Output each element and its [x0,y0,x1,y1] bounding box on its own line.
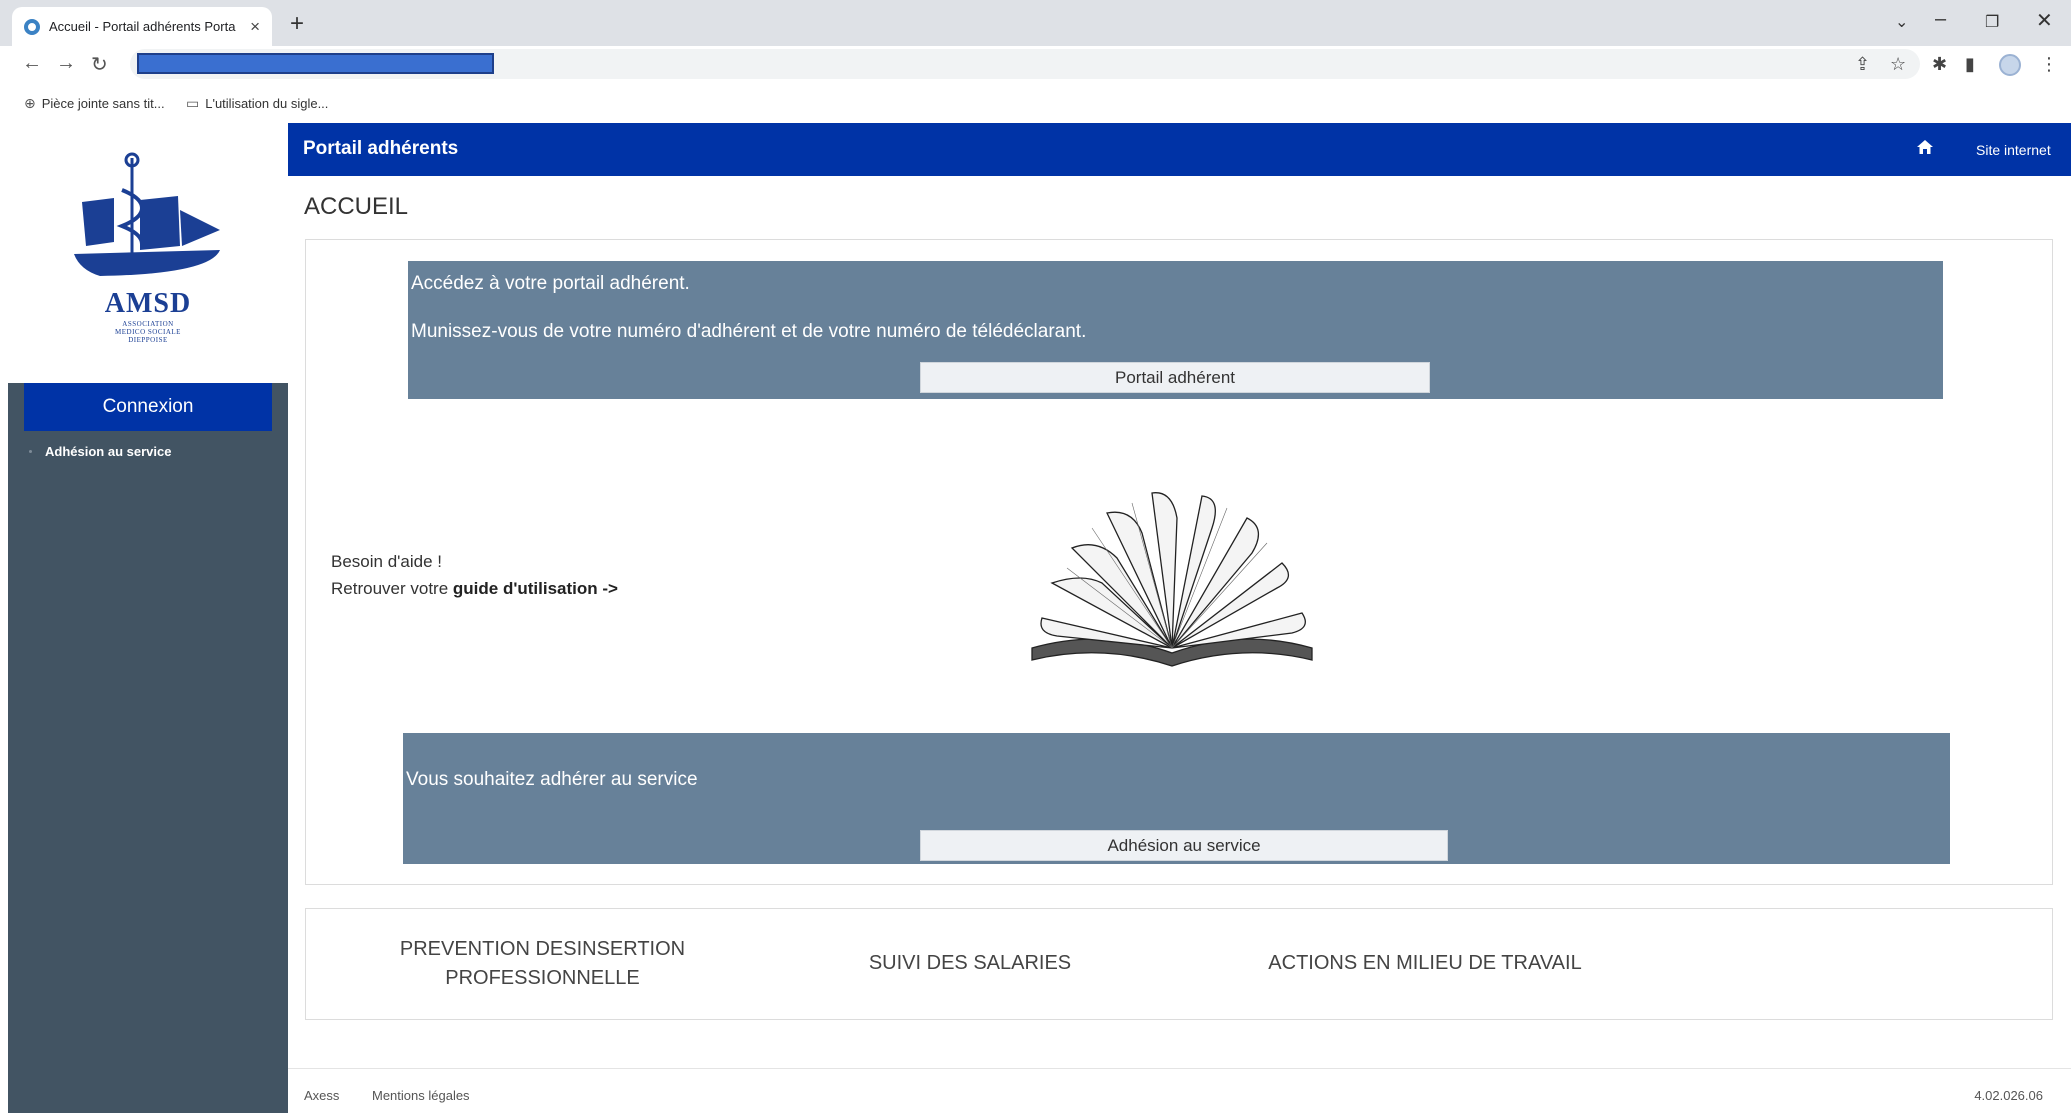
page-icon: ▭ [186,95,200,111]
top-nav: Portail adhérents Site internet [288,123,2071,176]
browser-tab-bar: Accueil - Portail adhérents Porta × + ⌄ … [0,0,2071,46]
amsd-ship-logo-icon [74,152,220,276]
footer: Axess Mentions légales 4.02.026.06 [288,1068,2071,1113]
join-panel-text: Vous souhaitez adhérer au service [406,769,698,790]
menu-kebab-icon[interactable]: ⋮ [2040,54,2058,75]
user-guide-link[interactable]: guide d'utilisation -> [453,579,618,598]
service-label: PREVENTION DESINSERTION [399,938,686,960]
footer-legal-link[interactable]: Mentions légales [372,1088,470,1103]
help-heading: Besoin d'aide ! [331,552,442,571]
restore-icon[interactable]: ❐ [1985,12,1999,32]
portail-adherent-button[interactable]: Portail adhérent [920,362,1430,393]
sidebar-item-adhesion[interactable]: Adhésion au service [29,444,171,459]
service-label: PROFESSIONNELLE [445,967,640,989]
bookmark-star-icon[interactable]: ☆ [1890,54,1906,75]
portal-panel-heading: Accédez à votre portail adhérent. [411,273,690,294]
portal-brand[interactable]: Portail adhérents [303,138,458,160]
back-icon[interactable]: ← [22,52,42,75]
profile-avatar-icon[interactable] [1999,54,2021,76]
version-label: 4.02.026.06 [1974,1088,2043,1103]
portal-panel-instructions: Munissez-vous de votre numéro d'adhérent… [411,321,1087,342]
bookmark-item[interactable]: ⊕ Pièce jointe sans tit... [24,95,165,112]
help-text-prefix: Retrouver votre [331,579,453,598]
side-panel-icon[interactable]: ▮ [1965,54,1975,75]
reload-icon[interactable]: ↻ [91,52,108,77]
close-window-icon[interactable]: ✕ [2036,8,2053,33]
footer-axess-link[interactable]: Axess [304,1088,339,1103]
tab-title: Accueil - Portail adhérents Porta [49,19,236,34]
bookmark-item[interactable]: ▭ L'utilisation du sigle... [186,95,328,112]
globe-icon: ⊕ [24,95,36,111]
home-icon[interactable] [1916,139,1934,155]
help-text: Retrouver votre guide d'utilisation -> [331,579,618,599]
new-tab-button[interactable]: + [290,10,304,38]
site-favicon-icon [24,18,40,35]
site-internet-link[interactable]: Site internet [1976,142,2051,158]
open-book-illustration-icon[interactable] [1012,488,1332,668]
service-suivi-link[interactable]: SUIVI DES SALARIES [860,949,1080,978]
tab-close-icon[interactable]: × [250,17,260,37]
tab-search-icon[interactable]: ⌄ [1895,12,1908,32]
browser-tab[interactable]: Accueil - Portail adhérents Porta × [12,7,272,46]
page-title: ACCUEIL [304,193,409,220]
minimize-icon[interactable]: – [1935,8,1946,31]
adhesion-button[interactable]: Adhésion au service [920,830,1448,861]
service-prevention-link[interactable]: PREVENTION DESINSERTION PROFESSIONNELLE [395,935,690,993]
connexion-button[interactable]: Connexion [24,383,272,431]
logo-subtitle: ASSOCIATION [122,320,174,328]
extensions-icon[interactable]: ✱ [1932,54,1947,75]
bullet-icon [29,450,32,453]
share-icon[interactable]: ⇪ [1855,54,1870,75]
bookmarks-bar: ⊕ Pièce jointe sans tit... ▭ L'utilisati… [0,86,2071,122]
service-actions-link[interactable]: ACTIONS EN MILIEU DE TRAVAIL [1260,949,1590,978]
bookmark-label: L'utilisation du sigle... [205,96,329,111]
sidebar-item-label: Adhésion au service [45,444,172,459]
forward-icon[interactable]: → [56,52,76,75]
logo-title: AMSD [104,288,192,319]
logo-subtitle: DIEPPOISE [128,336,168,344]
url-redaction [137,53,494,74]
bookmark-label: Pièce jointe sans tit... [41,96,165,111]
logo-subtitle: MEDICO SOCIALE [115,328,181,336]
